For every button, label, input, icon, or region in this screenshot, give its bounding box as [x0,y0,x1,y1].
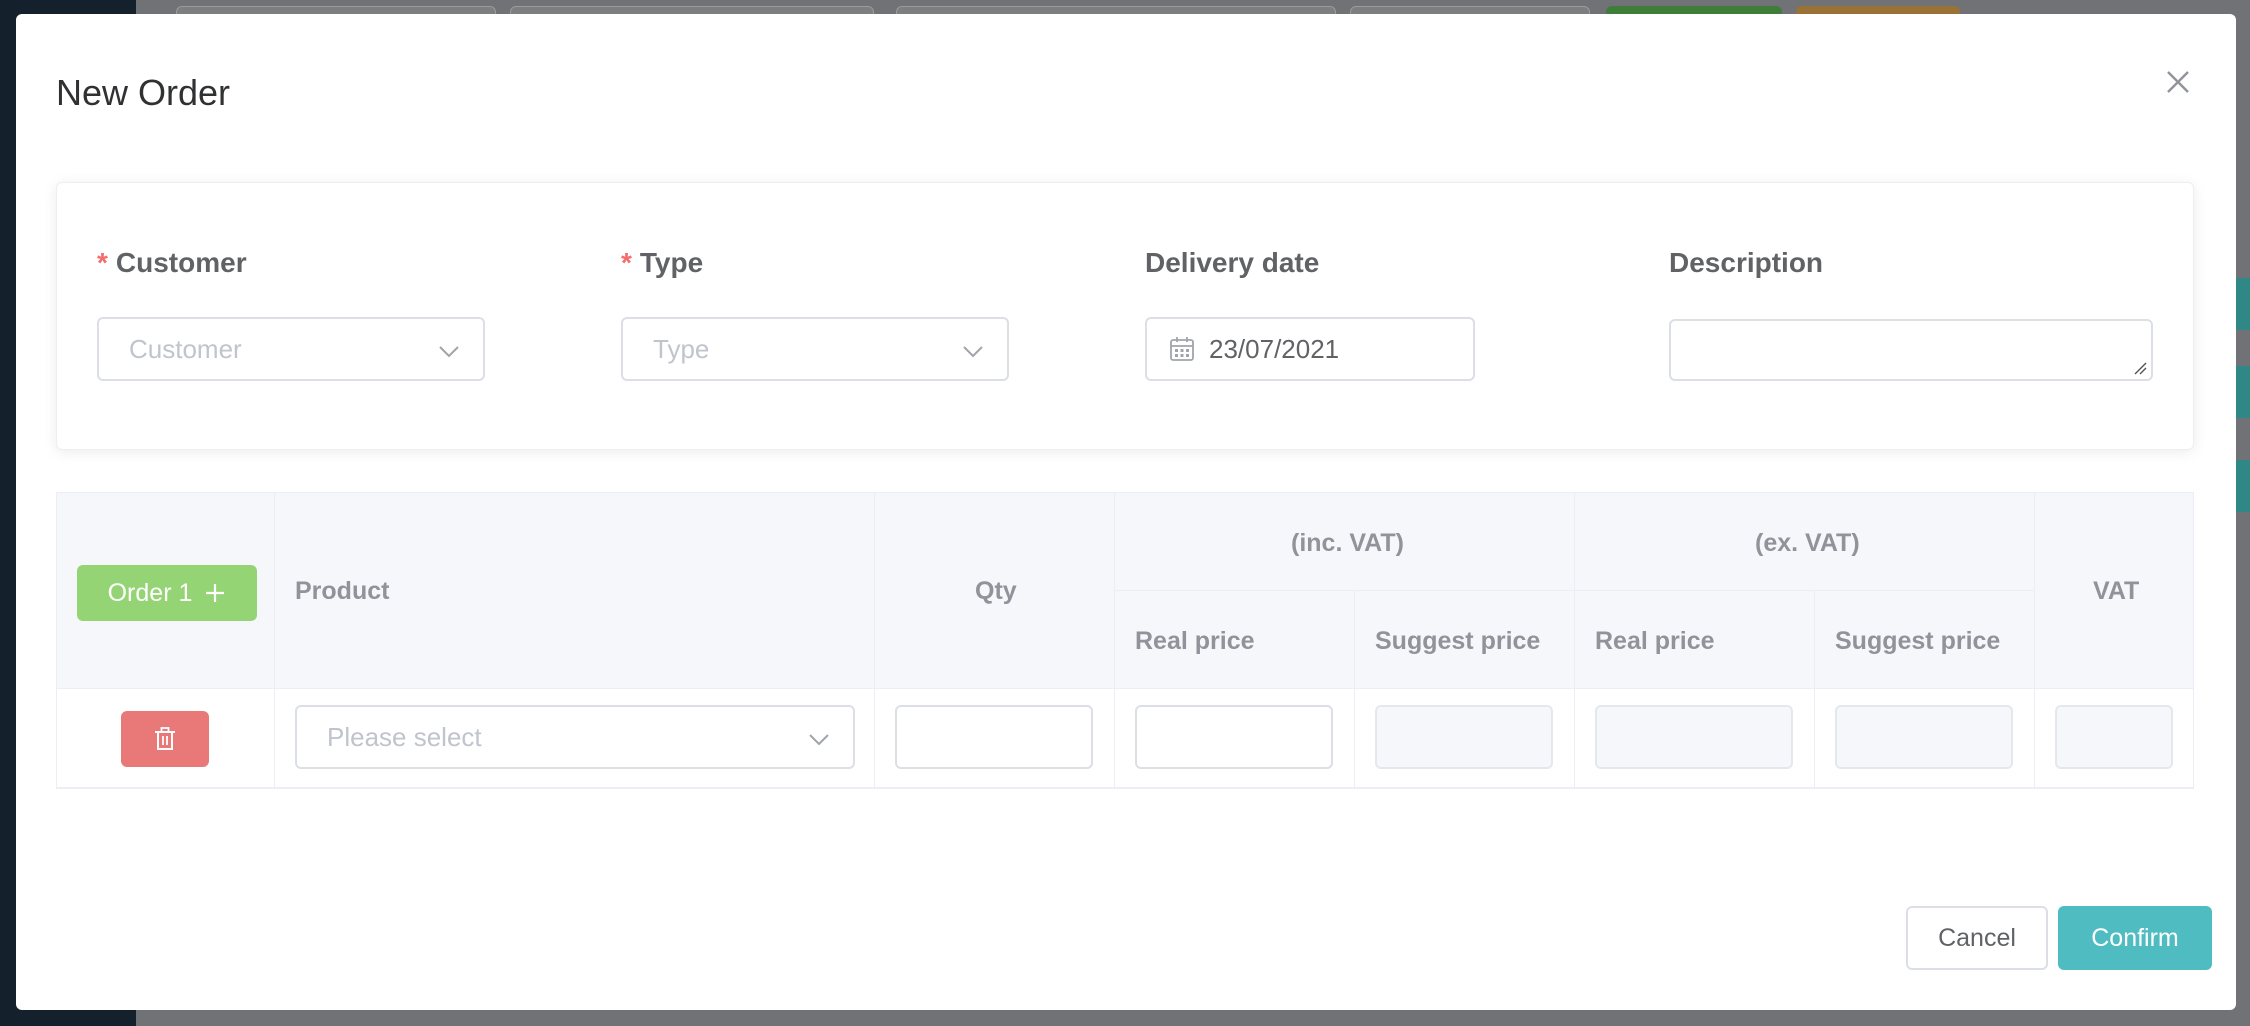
type-placeholder: Type [653,333,710,364]
add-order-label: Order 1 [107,578,193,607]
header-ex-vat: (ex. VAT) [1575,493,2035,591]
inc-vat-suggest-price-input [1375,705,1553,769]
order-form: * Customer Customer * Type Type Delivery d… [56,182,2194,450]
header-inc-suggest-price: Suggest price [1355,591,1575,689]
header-ex-suggest-price: Suggest price [1815,591,2035,689]
row-actions-cell [57,689,275,788]
calendar-icon [1170,337,1194,361]
dialog-title: New Order [56,72,231,113]
description-textarea[interactable] [1669,319,2153,381]
delivery-date-field: Delivery date 23/07/2021 [1145,247,1475,381]
customer-placeholder: Customer [129,333,242,364]
delivery-date-label: Delivery date [1145,247,1320,278]
row-ex-real-price-cell [1575,689,1815,788]
row-inc-real-price-cell [1115,689,1355,788]
row-qty-cell [875,689,1115,788]
header-product: Product [275,493,875,689]
type-select[interactable]: Type [621,317,1009,381]
plus-icon [206,584,225,602]
header-actions-cell: Order 1 [57,493,275,689]
required-mark: * [97,247,108,278]
delivery-date-picker[interactable]: 23/07/2021 [1145,317,1475,381]
delete-row-button[interactable] [121,711,209,767]
header-inc-vat: (inc. VAT) [1115,493,1575,591]
vat-input [2055,705,2173,769]
type-label: * Type [621,247,704,278]
row-product-cell: Please select [275,689,875,788]
inc-vat-real-price-input[interactable] [1135,705,1333,769]
customer-select[interactable]: Customer [97,317,485,381]
customer-label: * Customer [97,247,247,278]
product-select[interactable]: Please select [295,705,855,769]
required-mark: * [621,247,632,278]
chevron-down-icon [809,734,829,746]
ex-vat-real-price-input [1595,705,1793,769]
chevron-down-icon [439,346,459,358]
delivery-date-value: 23/07/2021 [1209,333,1340,364]
resize-handle-icon[interactable] [2133,361,2147,375]
cancel-button[interactable]: Cancel [1906,906,2048,970]
close-button[interactable] [2158,62,2198,102]
close-icon [2167,71,2189,93]
header-ex-real-price: Real price [1575,591,1815,689]
trash-icon [155,727,175,750]
description-label: Description [1669,247,1824,278]
header-qty: Qty [875,493,1115,689]
header-inc-real-price: Real price [1115,591,1355,689]
confirm-button[interactable]: Confirm [2058,906,2212,970]
row-vat-cell [2035,689,2193,788]
new-order-dialog: New Order * Customer Customer * Type Type … [16,14,2236,1010]
add-order-button[interactable]: Order 1 [77,565,257,621]
qty-input[interactable] [895,705,1093,769]
order-items-table: Order 1 Product Qty (inc. VAT) (ex. VAT)… [56,492,2194,789]
row-inc-suggest-price-cell [1355,689,1575,788]
customer-field: * Customer Customer [97,247,485,381]
type-field: * Type Type [621,247,1009,381]
ex-vat-suggest-price-input [1835,705,2013,769]
row-ex-suggest-price-cell [1815,689,2035,788]
header-vat: VAT [2035,493,2193,689]
description-field: Description [1669,247,2153,381]
chevron-down-icon [963,346,983,358]
product-placeholder: Please select [327,721,482,752]
